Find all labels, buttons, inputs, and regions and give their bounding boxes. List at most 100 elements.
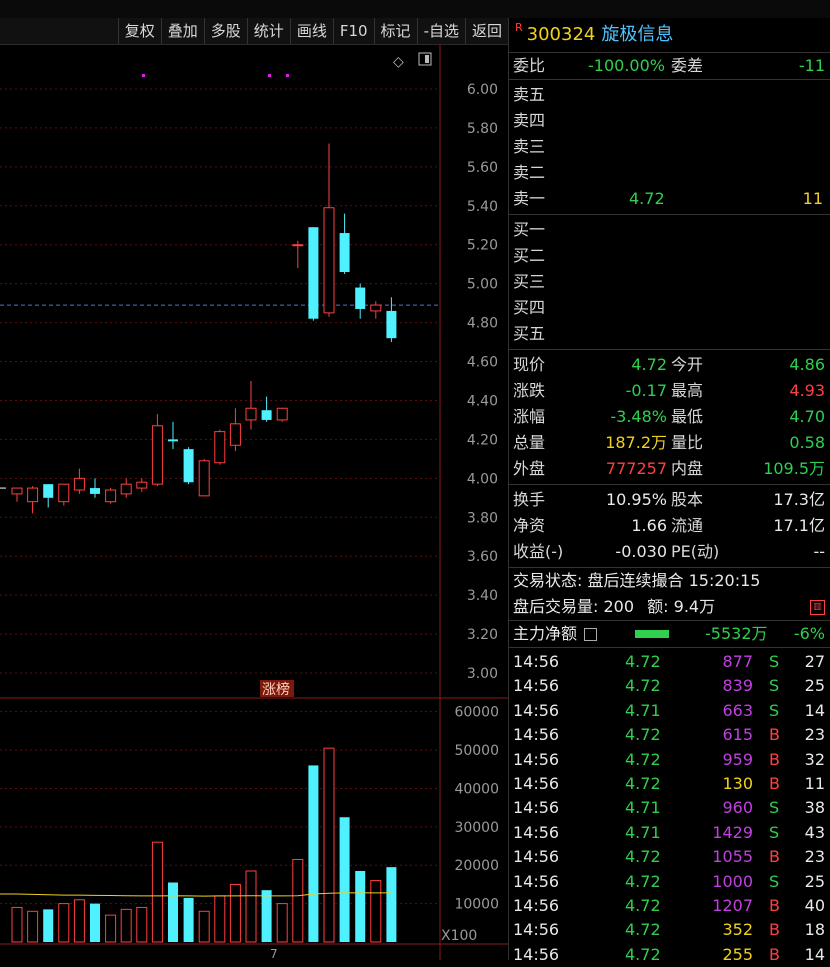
quote-row: 涨跌 -0.17 最高 4.93 [509,378,830,404]
remove-watchlist-button[interactable]: -自选 [416,18,465,44]
candle-body-down [308,227,319,319]
candle-body-down [339,233,350,272]
candle-body-up [27,487,39,503]
price-tick-label: 6.00 [467,82,498,98]
candle-body-down [355,287,366,309]
bid-label: 买三 [513,272,546,291]
diamond-icon[interactable]: ◇ [393,54,404,70]
tick-price: 4.72 [625,944,661,964]
quote-value2: 4.70 [789,407,825,426]
price-tick-label: 5.00 [467,277,498,293]
tick-row: 14:56 4.72 615 B 23 [509,723,830,747]
tick-row: 14:56 4.72 255 B 14 [509,943,830,967]
candle-body-up [73,477,85,491]
price-tick-label: 4.60 [467,355,498,371]
candle-body-down [168,439,178,442]
quote-label: 外盘 [513,459,546,478]
signal-marker [268,74,271,77]
overlay-button[interactable]: 叠加 [160,18,204,44]
tick-time: 14:56 [513,749,560,769]
bid-label: 买二 [513,246,546,265]
quote-label: 现价 [513,355,546,374]
tick-count: 23 [804,847,825,867]
quote-value: -3.48% [610,407,667,426]
tick-count: 27 [804,652,825,671]
ask-label: 卖五 [513,85,546,104]
bid-label: 买四 [513,298,546,317]
after-amt-value: 9.4万 [673,597,716,616]
volume-bar-up [120,908,132,943]
stats-label: 换手 [513,490,546,509]
candle-body-down [90,488,100,494]
volume-bar-up [58,903,70,943]
quote-value2: 109.5万 [763,459,825,478]
menu-icon[interactable] [584,628,598,641]
tick-volume: 663 [722,700,753,720]
tick-volume: 1055 [712,847,753,867]
price-tick-label: 4.20 [467,432,498,448]
rank-tag: 涨榜 [262,681,290,698]
tick-side: S [769,676,780,696]
multi-stock-button[interactable]: 多股 [203,18,247,44]
stats-value: 1.66 [631,516,667,535]
tick-time: 14:56 [513,822,560,842]
tick-count: 14 [804,700,825,720]
f10-button[interactable]: F10 [332,18,374,44]
tick-price: 4.71 [625,700,661,720]
volume-bar-up [292,858,304,943]
tick-row: 14:56 4.72 130 B 11 [509,772,830,796]
bid-row: 买二 [509,243,830,269]
weicha-value: -11 [798,56,825,75]
quote-row: 涨幅 -3.48% 最低 4.70 [509,404,830,430]
after-hours: 盘后交易量: 200 额: 9.4万 ▥ [509,594,830,621]
tick-side: S [769,700,780,720]
tick-volume: 1000 [712,871,753,891]
volume-bar-down [183,897,194,942]
quote-value2: 0.58 [789,433,825,452]
ask-row: 卖四 [509,108,830,134]
volume-bar-up [151,841,163,943]
draw-line-button[interactable]: 画线 [289,18,333,44]
bid-row: 买一 [509,217,830,243]
mark-button[interactable]: 标记 [373,18,417,44]
stats-value2: 17.3亿 [773,490,825,509]
kline-chart[interactable]: 6.00 5.80 5.60 5.40 5.20 5.00 4.80 4.60 4.40 4.20… [0,44,508,960]
tick-side: S [769,652,780,671]
tick-row: 14:56 4.71 1429 S 43 [509,821,830,845]
tick-price: 4.72 [625,847,661,867]
quote-row: 总量 187.2万 量比 0.58 [509,430,830,456]
tick-time: 14:56 [513,676,560,696]
volume-tick-label: 60000 [454,705,499,721]
statistics-button[interactable]: 统计 [246,18,290,44]
ask-price: 4.72 [629,189,665,208]
candle-body-down [386,310,397,339]
tick-list: 14:56 4.72 877 S 27 14:56 4.72 839 S 25 14… [509,648,830,967]
candle-body-up [323,207,335,314]
stock-name[interactable]: 旋极信息 [601,24,673,45]
ask-label: 卖三 [513,137,546,156]
candle-body-up [229,423,241,446]
main-flow-label: 主力净额 [513,624,578,643]
price-tick-label: 5.20 [467,238,498,254]
quote-label2: 内盘 [671,459,704,478]
tick-volume: 1429 [712,822,753,842]
back-button[interactable]: 返回 [464,18,508,44]
ask-label: 卖一 [513,189,546,208]
stock-code: 300324 [526,24,596,45]
quote-row: 外盘 777257 内盘 109.5万 [509,456,830,482]
restore-rights-button[interactable]: 复权 [117,18,161,44]
tick-side: B [769,944,780,964]
stats-label2: 股本 [671,490,704,509]
price-tick-label: 3.80 [467,510,498,526]
calendar-icon[interactable]: ▥ [810,600,825,615]
tick-price: 4.71 [625,798,661,818]
stats-value: 10.95% [605,490,667,509]
tick-volume: 255 [722,944,753,964]
bid-label: 买五 [513,324,546,343]
signal-marker [286,74,289,77]
tick-row: 14:56 4.72 959 B 32 [509,748,830,772]
tick-volume: 615 [722,725,753,745]
tick-count: 14 [804,944,825,964]
volume-bar-up [73,899,85,943]
bid-row: 买三 [509,269,830,295]
